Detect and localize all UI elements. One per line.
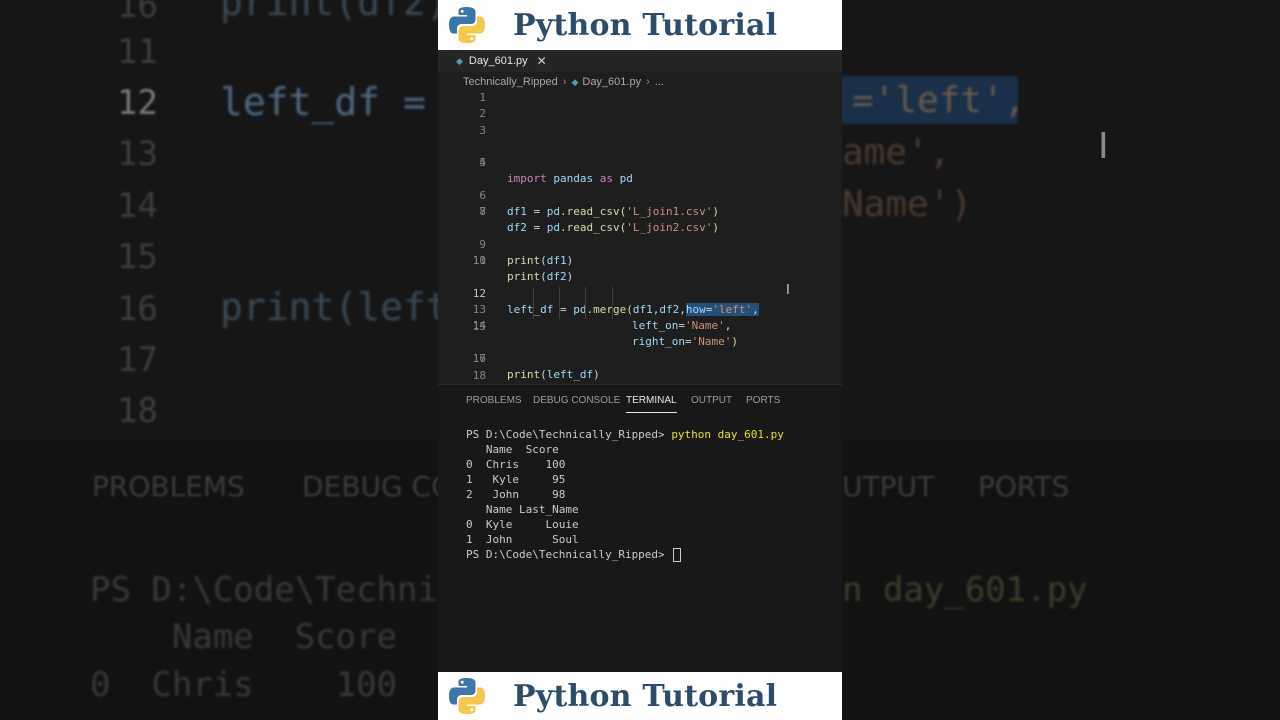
bg-terminal-line: n day_601.py [842, 570, 1088, 610]
banner-title: Python Tutorial [513, 7, 778, 43]
tab-problems[interactable]: PROBLEMS [466, 395, 522, 406]
line-number: 17 [472, 352, 486, 365]
terminal-output-line: Name Score [466, 443, 559, 456]
bg-tab: PROBLEMS [92, 470, 245, 503]
bg-tab: UTPUT [842, 470, 935, 503]
code-line: 13 left_on='Name', [438, 286, 842, 332]
code-line: 3 [438, 123, 842, 139]
breadcrumb: Technically_Ripped › ◆ Day_601.py › ... [463, 74, 664, 90]
tab-ports[interactable]: PORTS [746, 395, 780, 406]
bottom-panel: PROBLEMS DEBUG CONSOLE TERMINAL OUTPUT P… [438, 384, 842, 673]
line-number: 2 [479, 107, 486, 120]
code-line: 2 [438, 106, 842, 122]
top-banner: Python Tutorial [438, 0, 842, 50]
python-logo-icon [449, 678, 485, 714]
editor-tab-day-601[interactable]: ◆ Day_601.py ✕ [456, 50, 547, 72]
bg-code-fragment: Name') [842, 184, 973, 225]
bg-line-number: 16 [117, 0, 158, 26]
bg-text-cursor-icon: I [1098, 126, 1109, 167]
chevron-right-icon: › [562, 76, 567, 88]
terminal-command-line: PS D:\Code\Technically_Ripped> python da… [466, 427, 784, 442]
bg-line-number: 12 [117, 83, 158, 123]
breadcrumb-folder[interactable]: Technically_Ripped [463, 76, 558, 88]
terminal-output-line: 0 Kyle Louie [466, 518, 579, 531]
code-line: 8 [438, 204, 842, 220]
code-line: 11 [438, 253, 842, 269]
python-logo-icon [449, 7, 485, 43]
chevron-right-icon: › [646, 76, 650, 88]
tab-terminal[interactable]: TERMINAL [626, 395, 677, 413]
bg-line-number: 14 [117, 186, 158, 226]
code-line: 14 right_on='Name') [438, 302, 842, 348]
terminal-output-line: 2 John 98 [466, 488, 566, 501]
code-line-current: 12 left_df = pd.merge(df1,df2,how='left'… [438, 270, 842, 316]
bg-terminal-line: Name Score [90, 617, 398, 657]
terminal[interactable]: PS D:\Code\Technically_Ripped> python da… [466, 427, 784, 562]
code-line: 10 print(df2) [438, 237, 842, 283]
bg-line-number: 13 [117, 134, 158, 174]
line-number: 3 [479, 124, 486, 137]
code-line: 7 df2 = pd.read_csv('L_join2.csv') [438, 188, 842, 234]
terminal-output-line: Name Last_Name [466, 503, 579, 516]
code-line: 15 [438, 319, 842, 335]
tab-label: Day_601.py [468, 55, 528, 67]
terminal-command: python day_601.py [671, 428, 784, 441]
text-cursor-icon: I [786, 283, 790, 298]
bg-tab: PORTS [978, 470, 1070, 503]
tab-output[interactable]: OUTPUT [691, 395, 732, 406]
line-number: 15 [472, 320, 486, 333]
indent-guide [533, 287, 534, 319]
line-number: 18 [472, 369, 486, 382]
line-number: 5 [479, 156, 486, 169]
bg-code-fragment: print(left_ [220, 285, 472, 329]
terminal-output-line: 0 Chris 100 [466, 458, 566, 471]
code-line: 6 df1 = pd.read_csv('L_join1.csv') [438, 172, 842, 218]
bottom-banner: Python Tutorial [438, 672, 842, 720]
video-frame: Python Tutorial ◆ Day_601.py ✕ Technical… [438, 0, 842, 720]
terminal-output-line: 1 John Soul [466, 533, 579, 546]
line-number: 8 [479, 205, 486, 218]
bg-code-fragment: print(df2) [220, 0, 449, 24]
bg-line-number: 17 [117, 340, 158, 380]
code-line: 4 import pandas as pd [438, 139, 842, 185]
indent-guide [585, 287, 586, 319]
bg-code-fragment: ='left', [852, 80, 1026, 121]
close-icon[interactable]: ✕ [537, 54, 547, 68]
terminal-cursor [673, 548, 682, 562]
bg-code-fragment: ame', [842, 132, 951, 173]
bg-line-number: 18 [117, 391, 158, 431]
terminal-output-line: 1 Kyle 95 [466, 473, 566, 486]
code-line: 18 [438, 368, 842, 384]
breadcrumb-file[interactable]: Day_601.py [582, 76, 641, 88]
terminal-prompt-line: PS D:\Code\Technically_Ripped> [466, 547, 784, 562]
bg-terminal-line: PS D:\Code\Techni [90, 570, 438, 610]
code-line: 1 [438, 90, 842, 106]
terminal-prompt: PS D:\Code\Technically_Ripped> [466, 428, 672, 441]
bg-tab: DEBUG CO [302, 470, 454, 503]
code-line: 16 print(left_df) [438, 335, 842, 381]
breadcrumb-more[interactable]: ... [655, 76, 664, 88]
code-line: 17 [438, 351, 842, 367]
indent-guide [559, 287, 560, 319]
bg-code-fragment: left_df = p [220, 80, 472, 124]
bg-line-number: 11 [117, 32, 158, 72]
code-line: 5 [438, 155, 842, 171]
editor-tab-bar: ◆ Day_601.py ✕ [438, 50, 842, 72]
terminal-prompt: PS D:\Code\Technically_Ripped> [466, 548, 672, 561]
tab-debug-console[interactable]: DEBUG CONSOLE [533, 395, 620, 406]
line-number: 1 [479, 91, 486, 104]
bg-terminal-line: 0 Chris 100 [90, 665, 398, 705]
python-file-icon: ◆ [571, 76, 579, 87]
code-line: 9 print(df1) [438, 221, 842, 267]
bg-line-number: 16 [117, 289, 158, 329]
line-number: 11 [472, 254, 486, 267]
banner-title: Python Tutorial [513, 678, 778, 714]
indent-guide [612, 287, 613, 319]
python-file-icon: ◆ [456, 55, 463, 66]
bg-line-number: 15 [117, 237, 158, 277]
